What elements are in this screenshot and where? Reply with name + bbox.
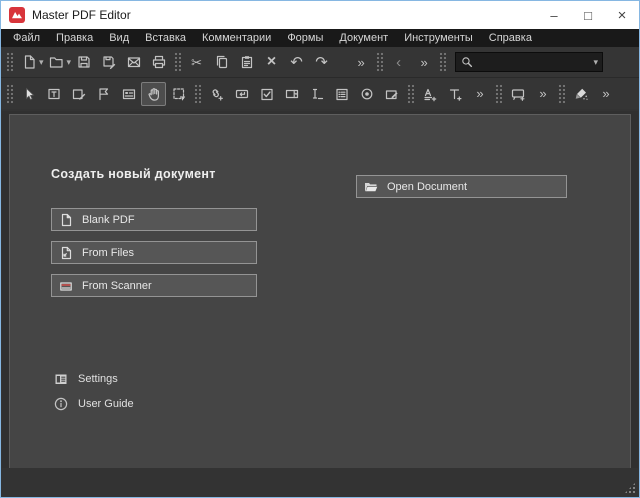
text-annotation-button[interactable] (417, 82, 442, 106)
settings-label: Settings (78, 373, 118, 385)
toolbar-overflow-button[interactable]: » (593, 82, 618, 106)
edit-object-tool-button[interactable] (66, 82, 91, 106)
crop-tool-button[interactable] (166, 82, 191, 106)
toolbar-drag-handle[interactable] (6, 52, 13, 72)
redo-button[interactable]: ↷ (309, 50, 334, 74)
search-input[interactable] (474, 55, 596, 69)
toolbar-overflow-button[interactable]: » (348, 50, 373, 74)
radio-button-field-button[interactable] (354, 82, 379, 106)
hand-tool-button[interactable] (141, 81, 166, 106)
menu-tools[interactable]: Инструменты (396, 29, 481, 47)
open-document-label: Open Document (387, 180, 468, 193)
print-button[interactable] (146, 50, 171, 74)
create-new-document-heading: Создать новый документ (51, 167, 216, 181)
search-icon (462, 57, 473, 68)
search-box[interactable]: ▾ (455, 52, 604, 72)
open-document-button-main[interactable]: Open Document (356, 175, 567, 198)
app-logo-icon (9, 7, 25, 23)
blank-pdf-button[interactable]: Blank PDF (51, 208, 257, 231)
select-tool-button[interactable] (16, 82, 41, 106)
settings-link[interactable]: Settings (53, 371, 118, 387)
menu-edit[interactable]: Правка (48, 29, 101, 47)
paste-button[interactable] (234, 50, 259, 74)
menu-file[interactable]: Файл (5, 29, 48, 47)
form-editor-button[interactable] (116, 82, 141, 106)
status-bar (2, 468, 638, 496)
scanner-icon (60, 281, 72, 291)
new-document-button[interactable] (16, 50, 41, 74)
copy-button[interactable] (209, 50, 234, 74)
add-text-button[interactable] (442, 82, 467, 106)
settings-icon (55, 374, 67, 384)
user-guide-label: User Guide (78, 398, 134, 410)
email-button[interactable] (121, 50, 146, 74)
signature-field-button[interactable] (379, 82, 404, 106)
toolbar-drag-handle[interactable] (407, 83, 414, 104)
workspace: Создать новый документ Blank PDF From Fi… (2, 111, 638, 496)
maximize-button[interactable]: □ (571, 1, 605, 29)
from-files-label: From Files (82, 246, 134, 259)
menu-document[interactable]: Документ (331, 29, 396, 47)
toolbar-overflow-button[interactable]: » (467, 82, 492, 106)
menu-comments[interactable]: Комментарии (194, 29, 279, 47)
menu-bar: Файл Правка Вид Вставка Комментарии Форм… (1, 29, 639, 47)
toolbar-drag-handle[interactable] (439, 52, 447, 72)
save-as-button[interactable] (96, 50, 121, 74)
toolbar-drag-handle[interactable] (6, 83, 13, 104)
cut-button[interactable]: ✂ (184, 50, 209, 74)
select-area-tool-button[interactable] (91, 82, 116, 106)
window-title: Master PDF Editor (32, 8, 131, 22)
app-window: Master PDF Editor – □ × Файл Правка Вид … (0, 0, 640, 498)
combobox-field-button[interactable] (279, 82, 304, 106)
push-button-field-button[interactable] (229, 82, 254, 106)
from-files-button[interactable]: From Files (51, 241, 257, 264)
toolbar-drag-handle[interactable] (174, 52, 182, 72)
title-bar: Master PDF Editor – □ × (1, 1, 639, 29)
undo-button[interactable]: ↶ (284, 50, 309, 74)
open-document-button[interactable] (44, 50, 69, 74)
edit-text-tool-button[interactable] (41, 82, 66, 106)
blank-page-icon (61, 213, 72, 226)
save-button[interactable] (71, 50, 96, 74)
minimize-button[interactable]: – (537, 1, 571, 29)
toolbar-drag-handle[interactable] (495, 83, 502, 104)
previous-view-button[interactable]: ‹ (386, 50, 411, 74)
toolbar-overflow-button[interactable]: » (530, 82, 555, 106)
welcome-panel: Создать новый документ Blank PDF From Fi… (9, 114, 631, 469)
resize-grip[interactable] (624, 482, 636, 494)
toolbar-drag-handle[interactable] (376, 52, 384, 72)
close-button[interactable]: × (605, 1, 639, 29)
link-tool-button[interactable] (204, 82, 229, 106)
toolbar-drag-handle[interactable] (194, 83, 201, 104)
menu-view[interactable]: Вид (101, 29, 137, 47)
menu-insert[interactable]: Вставка (137, 29, 194, 47)
user-guide-link[interactable]: User Guide (53, 396, 134, 412)
highlighter-tool-button[interactable] (568, 82, 593, 106)
delete-button[interactable]: × (259, 50, 284, 74)
menu-help[interactable]: Справка (481, 29, 540, 47)
callout-annotation-button[interactable] (505, 82, 530, 106)
toolbar-overflow-button[interactable]: » (411, 50, 436, 74)
from-scanner-label: From Scanner (82, 279, 152, 292)
search-dropdown-icon[interactable]: ▾ (594, 57, 599, 67)
new-document-dropdown-icon[interactable]: ▾ (39, 57, 44, 67)
menu-forms[interactable]: Формы (279, 29, 331, 47)
page-import-icon (61, 246, 72, 259)
from-scanner-button[interactable]: From Scanner (51, 274, 257, 297)
listbox-field-button[interactable] (329, 82, 354, 106)
toolbar-drag-handle[interactable] (558, 83, 565, 104)
main-toolbar: ▾ ▾ ✂ × ↶ ↷ » ‹ » ▾ (1, 47, 639, 78)
text-field-button[interactable] (304, 82, 329, 106)
info-icon (54, 397, 68, 411)
checkbox-field-button[interactable] (254, 82, 279, 106)
blank-pdf-label: Blank PDF (82, 213, 135, 226)
open-folder-icon (365, 182, 378, 191)
tools-toolbar: » » » (1, 78, 639, 109)
